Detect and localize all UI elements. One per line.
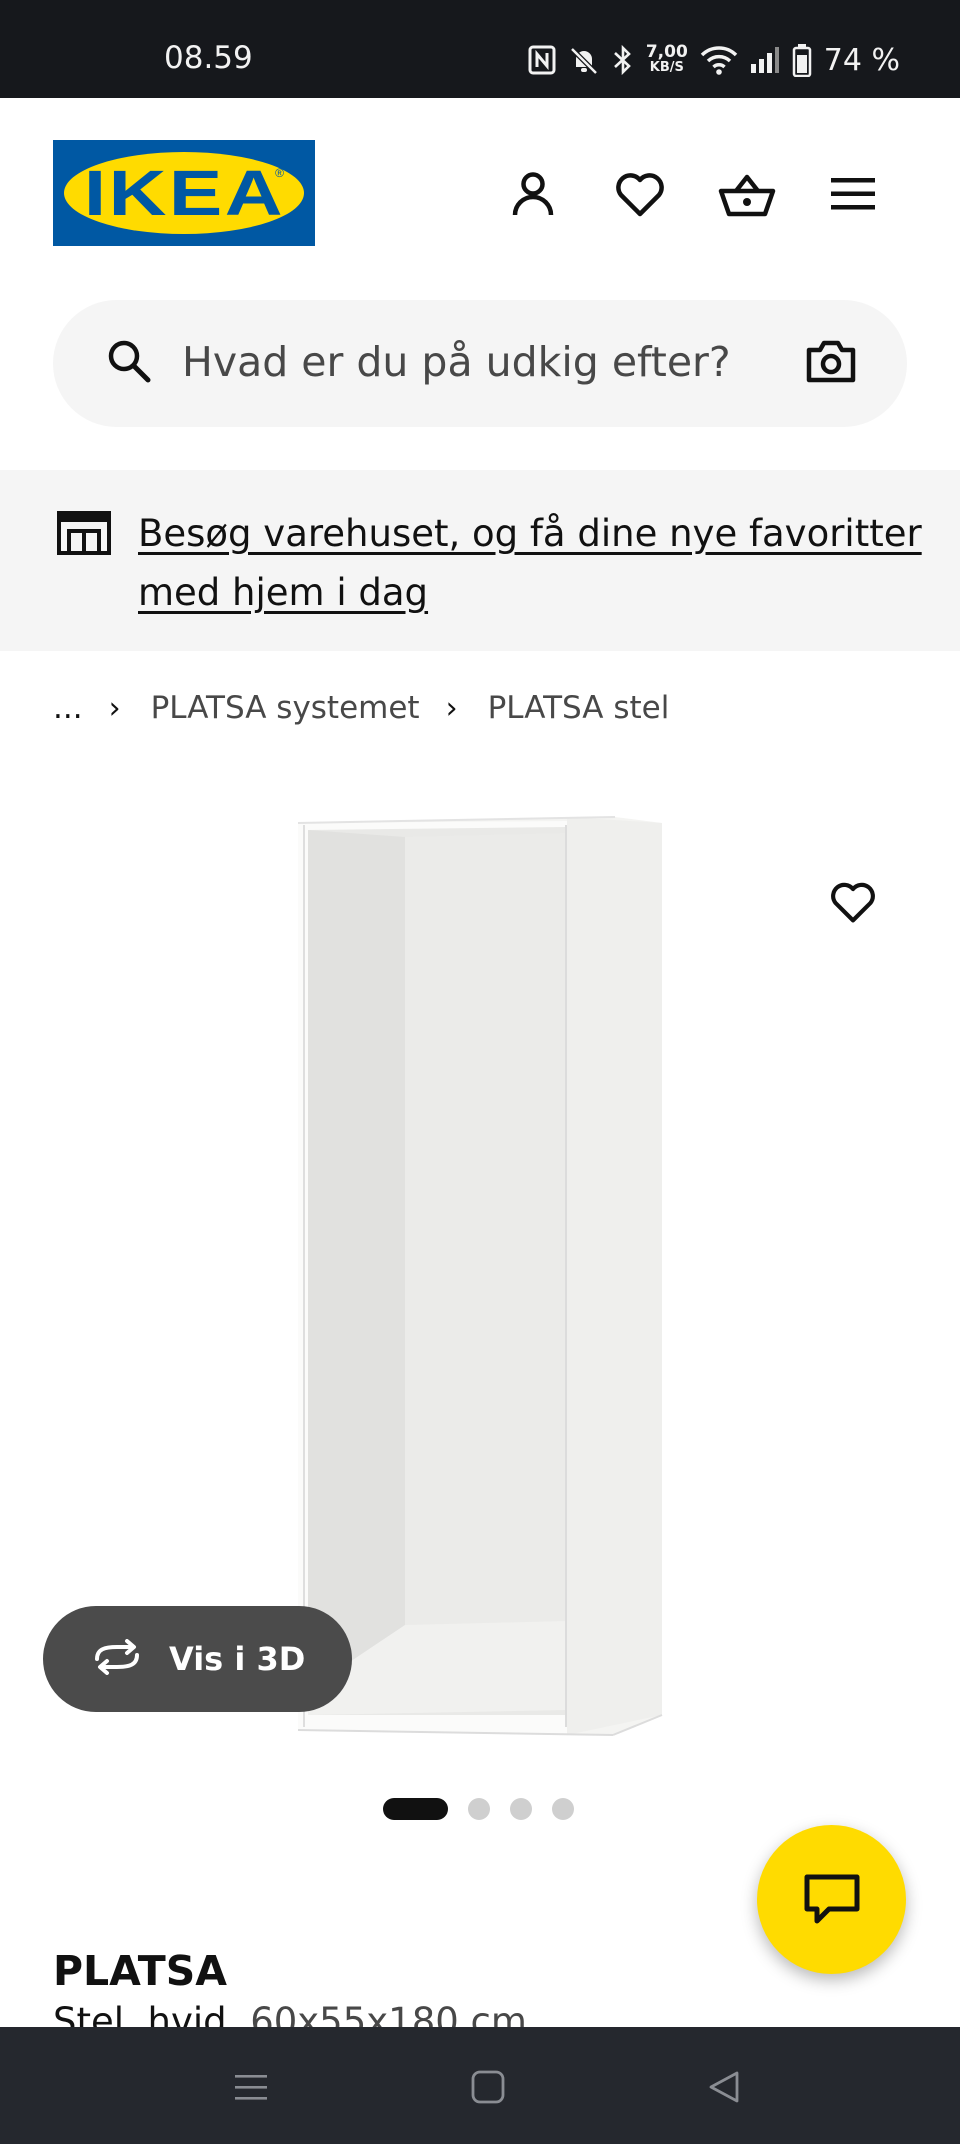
status-time: 08.59 <box>164 40 253 76</box>
camera-search-icon[interactable] <box>805 336 857 391</box>
basket-icon[interactable] <box>717 164 777 224</box>
chat-button[interactable] <box>757 1825 906 1974</box>
status-bar: 08.59 7,00 KB/S 74 % <box>0 0 960 98</box>
ikea-logo[interactable]: IKEA ® <box>53 140 315 246</box>
search-bar[interactable]: Hvad er du på udkig efter? <box>53 300 907 427</box>
mute-bell-icon <box>568 44 600 76</box>
site-header: IKEA ® <box>0 98 960 288</box>
product-image[interactable] <box>0 785 960 1745</box>
battery-percentage: 74 % <box>823 42 900 78</box>
save-favorite-button[interactable] <box>822 872 884 932</box>
home-icon[interactable] <box>464 2063 512 2111</box>
wifi-icon <box>700 45 738 75</box>
product-name: PLATSA <box>53 1947 227 1995</box>
chat-bubble-icon <box>804 1874 859 1923</box>
carousel-dot-2[interactable] <box>468 1798 490 1820</box>
image-carousel-dots <box>383 1797 574 1821</box>
signal-icon <box>750 46 780 74</box>
store-visit-banner[interactable]: Besøg varehuset, og få dine nye favoritt… <box>0 470 960 651</box>
battery-icon <box>792 43 812 77</box>
logo-wordmark: IKEA <box>83 157 285 229</box>
bluetooth-icon <box>612 44 634 76</box>
breadcrumb: ... › PLATSA systemet › PLATSA stel <box>53 686 669 730</box>
status-icons: 7,00 KB/S 74 % <box>528 40 900 80</box>
breadcrumb-item-platsa-frame[interactable]: PLATSA stel <box>488 690 670 726</box>
system-nav-bar <box>0 2027 960 2144</box>
chevron-right-icon: › <box>445 690 458 726</box>
network-speed: 7,00 KB/S <box>645 42 688 76</box>
search-icon <box>105 337 153 390</box>
view-in-3d-button[interactable]: Vis i 3D <box>43 1606 352 1712</box>
chevron-right-icon: › <box>108 690 121 726</box>
recent-apps-icon[interactable] <box>227 2063 275 2111</box>
account-icon[interactable] <box>503 164 563 224</box>
back-icon[interactable] <box>700 2063 748 2111</box>
carousel-dot-4[interactable] <box>552 1798 574 1820</box>
heart-icon <box>831 882 875 923</box>
carousel-dot-1[interactable] <box>383 1798 448 1820</box>
rotate-3d-icon <box>89 1638 145 1680</box>
wardrobe-frame-illustration <box>297 816 663 1736</box>
breadcrumb-item-platsa-system[interactable]: PLATSA systemet <box>151 690 420 726</box>
logo-oval: IKEA ® <box>64 152 304 234</box>
registered-mark: ® <box>275 166 284 180</box>
product-page: 08.59 7,00 KB/S 74 % IKEA ® Hvad er du p… <box>0 0 960 2144</box>
carousel-dot-3[interactable] <box>510 1798 532 1820</box>
view-in-3d-label: Vis i 3D <box>169 1640 306 1678</box>
store-visit-link[interactable]: Besøg varehuset, og få dine nye favoritt… <box>138 504 928 622</box>
nfc-icon <box>528 45 556 75</box>
search-input[interactable]: Hvad er du på udkig efter? <box>182 338 731 386</box>
menu-icon[interactable] <box>823 164 883 224</box>
store-icon <box>56 510 112 561</box>
heart-icon[interactable] <box>610 164 670 224</box>
breadcrumb-ellipsis[interactable]: ... <box>53 690 83 726</box>
